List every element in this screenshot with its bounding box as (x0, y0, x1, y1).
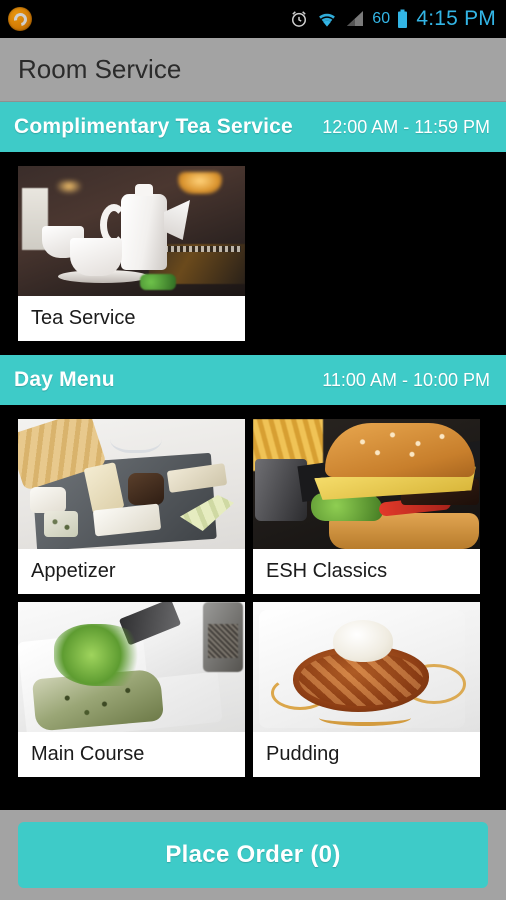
main-course-photo (18, 602, 245, 732)
menu-card-tea-service[interactable]: Tea Service (18, 166, 245, 341)
card-label-text: Tea Service (31, 307, 136, 329)
section-title: Complimentary Tea Service (14, 115, 293, 138)
title-bar: Room Service (0, 38, 506, 102)
room-service-app-screen: 60 4:15 PM Room Service Complimentary Te… (0, 0, 506, 900)
menu-card-esh-classics[interactable]: ESH Classics (253, 419, 480, 594)
app-logo-icon (8, 7, 32, 31)
card-label-text: Main Course (31, 743, 145, 765)
alarm-clock-icon (289, 9, 309, 29)
status-bar-indicators: 60 4:15 PM (289, 7, 496, 31)
wifi-icon (316, 10, 338, 28)
pudding-photo (253, 602, 480, 732)
card-label-text: ESH Classics (266, 560, 388, 582)
section-body-complimentary-tea-service: Tea Service (0, 152, 506, 355)
battery-icon (397, 9, 408, 29)
status-bar: 60 4:15 PM (0, 0, 506, 38)
battery-percentage: 60 (372, 10, 391, 27)
menu-card-label: Pudding (253, 732, 480, 777)
section-body-day-menu: Appetizer ESH Classics Main Course Puddi… (0, 405, 506, 791)
menu-card-label: Main Course (18, 732, 245, 777)
esh-classics-photo (253, 419, 480, 549)
card-grid-tea: Tea Service (18, 166, 488, 341)
bottom-action-bar: Place Order (0) (0, 810, 506, 900)
section-header-complimentary-tea-service: Complimentary Tea Service 12:00 AM - 11:… (0, 102, 506, 152)
appetizer-photo (18, 419, 245, 549)
section-hours: 11:00 AM - 10:00 PM (322, 369, 490, 390)
section-header-day-menu: Day Menu 11:00 AM - 10:00 PM (0, 355, 506, 405)
menu-card-main-course[interactable]: Main Course (18, 602, 245, 777)
card-label-text: Pudding (266, 743, 340, 765)
menu-card-label: Appetizer (18, 549, 245, 594)
menu-card-appetizer[interactable]: Appetizer (18, 419, 245, 594)
section-title: Day Menu (14, 368, 115, 391)
tea-service-photo (18, 166, 245, 296)
cellular-signal-icon (345, 10, 365, 28)
card-grid-day-menu: Appetizer ESH Classics Main Course Puddi… (18, 419, 488, 777)
status-bar-clock: 4:15 PM (416, 7, 496, 30)
page-title: Room Service (18, 54, 182, 84)
place-order-button[interactable]: Place Order (0) (18, 822, 488, 888)
card-label-text: Appetizer (31, 560, 116, 582)
section-hours: 12:00 AM - 11:59 PM (322, 116, 490, 137)
menu-card-pudding[interactable]: Pudding (253, 602, 480, 777)
menu-card-label: ESH Classics (253, 549, 480, 594)
menu-card-label: Tea Service (18, 296, 245, 341)
